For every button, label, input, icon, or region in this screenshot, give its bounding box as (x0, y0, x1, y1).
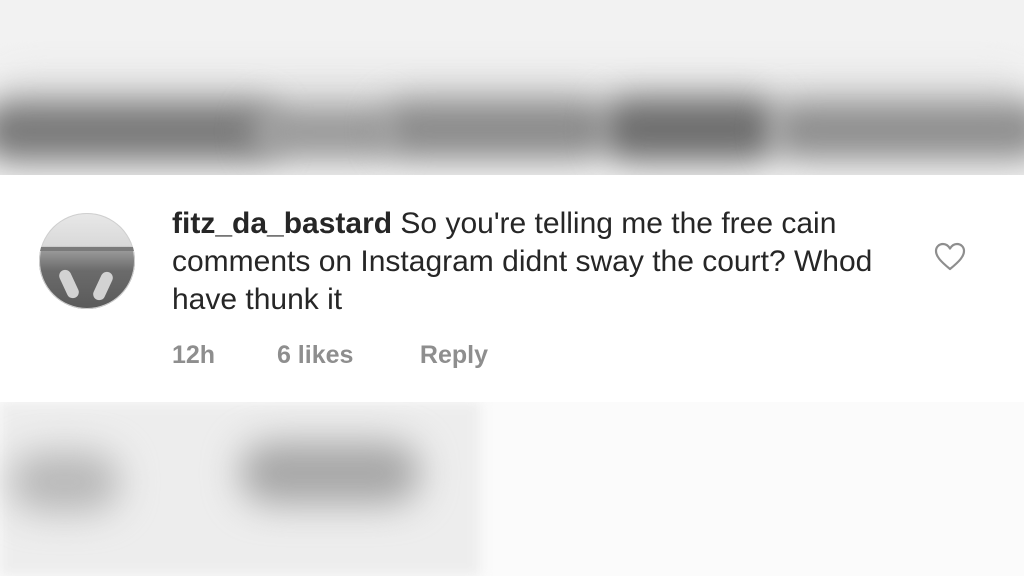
avatar[interactable] (39, 213, 135, 309)
blurred-next-comment (0, 402, 1024, 576)
comment-meta: 12h 6 likes Reply (172, 341, 488, 370)
blurred-previous-comment (0, 0, 1024, 175)
comment-body: fitz_da_bastard So you're telling me the… (172, 205, 892, 319)
heart-outline-icon[interactable] (934, 242, 966, 272)
comment-username[interactable]: fitz_da_bastard (172, 207, 392, 240)
comment-time: 12h (172, 341, 216, 369)
comment: fitz_da_bastard So you're telling me the… (0, 175, 1024, 402)
reply-button[interactable]: Reply (420, 341, 488, 370)
comment-likes[interactable]: 6 likes (277, 341, 413, 370)
screenshot: fitz_da_bastard So you're telling me the… (0, 0, 1024, 576)
